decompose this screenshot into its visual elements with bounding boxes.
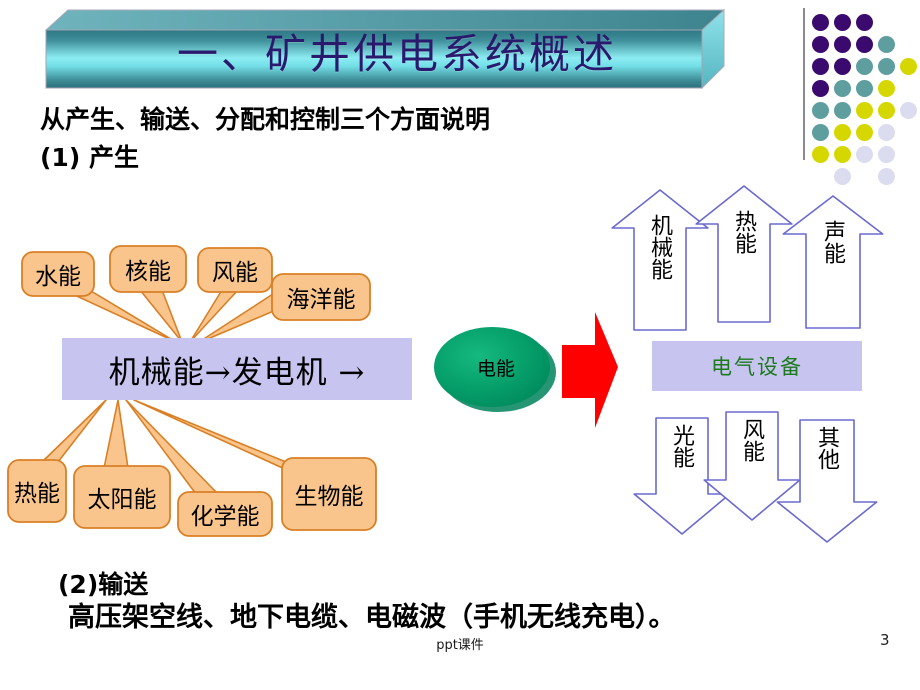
bubble-label-hydro: 水能 <box>35 264 81 290</box>
arrow-label-sound: 声能 <box>820 220 845 264</box>
bubble-label-wind-top: 风能 <box>212 260 258 286</box>
arrow-label-mechanical: 机械能 <box>647 214 672 280</box>
bubble-label-solar: 太阳能 <box>87 487 157 513</box>
page-number: 3 <box>880 631 890 649</box>
arrow-label-other: 其他 <box>814 426 839 470</box>
bubble-label-ocean: 海洋能 <box>286 287 356 313</box>
footer-note: ppt课件 <box>436 638 484 653</box>
bubble-label-thermal: 热能 <box>14 481 60 507</box>
bubble-label-nuclear: 核能 <box>125 259 171 285</box>
arrow-label-light: 光能 <box>669 424 694 468</box>
bubble-label-chemical: 化学能 <box>190 504 260 530</box>
arrow-label-wind: 风能 <box>739 418 764 462</box>
device-box-label: 电气设备 <box>711 355 803 379</box>
main-process-box-label: 机械能→发电机 → <box>108 354 366 391</box>
arrow-label-heat: 热能 <box>731 210 756 254</box>
bubble-label-bio: 生物能 <box>294 484 364 510</box>
electric-energy-label: 电能 <box>476 357 515 380</box>
slide-canvas: 一、矿井供电系统概述 从产生、输送、分配和控制三个方面说明 (1) 产生 (2)… <box>0 0 920 690</box>
red-block-arrow <box>562 312 618 428</box>
